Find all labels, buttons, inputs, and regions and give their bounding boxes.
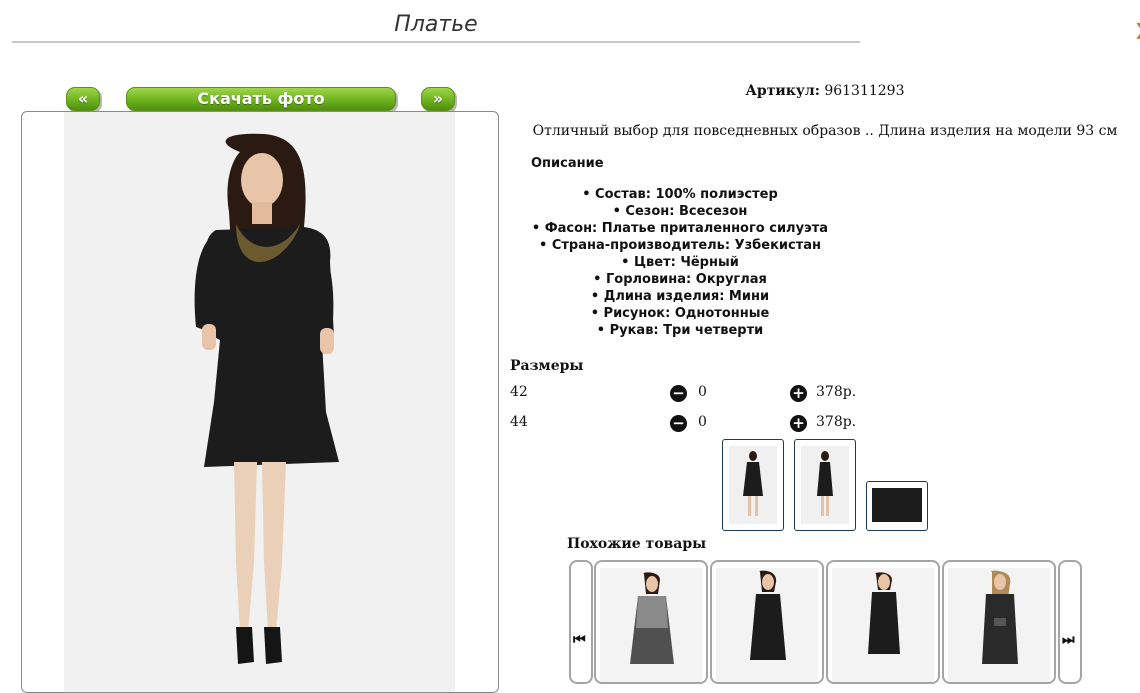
property-item: Фасон: Платье приталенного силуэта bbox=[510, 220, 850, 237]
property-item: Цвет: Чёрный bbox=[510, 254, 850, 271]
similar-product-image bbox=[750, 570, 786, 660]
sizes-heading: Размеры bbox=[510, 358, 584, 374]
properties-list: Состав: 100% полиэстер Сезон: Всесезон Ф… bbox=[510, 186, 850, 339]
prev-photo-button[interactable]: « bbox=[66, 87, 100, 111]
similar-product-card[interactable] bbox=[826, 560, 940, 684]
decrease-quantity-button[interactable]: − bbox=[670, 385, 687, 402]
skip-back-icon: ⏮ bbox=[573, 632, 586, 648]
quantity-value: 0 bbox=[698, 414, 707, 430]
model-left-shoe bbox=[236, 627, 254, 664]
similar-prev-button[interactable]: ⏮ bbox=[569, 560, 593, 684]
model-right-leg bbox=[262, 462, 286, 632]
decrease-quantity-button[interactable]: − bbox=[670, 415, 687, 432]
size-label: 44 bbox=[510, 414, 528, 430]
fabric-swatch bbox=[872, 488, 922, 522]
size-price: 378р. bbox=[816, 414, 857, 430]
increase-quantity-button[interactable]: + bbox=[790, 385, 807, 402]
thumbnail-dress-icon bbox=[743, 451, 763, 516]
size-row: 44 − 0 + 378р. bbox=[510, 414, 870, 434]
quantity-value: 0 bbox=[698, 384, 707, 400]
model-right-shoe bbox=[264, 627, 282, 664]
similar-product-card[interactable] bbox=[942, 560, 1056, 684]
similar-product-image bbox=[982, 570, 1018, 664]
increase-quantity-button[interactable]: + bbox=[790, 415, 807, 432]
model-face bbox=[241, 153, 283, 207]
next-photo-button[interactable]: » bbox=[421, 87, 455, 111]
article-line: Артикул: 961311293 bbox=[700, 83, 950, 99]
property-item: Рукав: Три четверти bbox=[510, 322, 850, 339]
similar-products-heading: Похожие товары bbox=[567, 536, 707, 552]
similar-product-image bbox=[630, 572, 674, 664]
property-item: Горловина: Округлая bbox=[510, 271, 850, 288]
title-divider bbox=[12, 41, 860, 43]
property-item: Страна-производитель: Узбекистан bbox=[510, 237, 850, 254]
skip-forward-icon: ⏭ bbox=[1062, 632, 1075, 648]
short-description: Отличный выбор для повседневных образов … bbox=[532, 123, 1118, 139]
description-heading: Описание bbox=[531, 156, 604, 171]
article-value: 961311293 bbox=[824, 83, 905, 99]
size-row: 42 − 0 + 378р. bbox=[510, 384, 870, 404]
property-item: Длина изделия: Мини bbox=[510, 288, 850, 305]
thumbnail-dress-icon bbox=[817, 451, 833, 516]
main-photo-frame bbox=[21, 111, 499, 693]
model-neck bbox=[252, 202, 272, 224]
photo-thumbnail-fabric[interactable] bbox=[866, 481, 928, 531]
main-product-photo[interactable] bbox=[64, 112, 455, 692]
photo-thumbnail-front[interactable] bbox=[722, 439, 784, 531]
download-photo-button[interactable]: Скачать фото bbox=[126, 87, 396, 111]
similar-product-image bbox=[868, 572, 900, 654]
property-item: Состав: 100% полиэстер bbox=[510, 186, 850, 203]
size-price: 378р. bbox=[816, 384, 857, 400]
similar-next-button[interactable]: ⏭ bbox=[1058, 560, 1082, 684]
photo-thumbnail-side[interactable] bbox=[794, 439, 856, 531]
model-left-hand bbox=[202, 324, 216, 350]
article-label: Артикул: bbox=[745, 83, 820, 99]
model-left-leg bbox=[234, 462, 257, 632]
similar-product-card[interactable] bbox=[594, 560, 708, 684]
model-right-hand bbox=[320, 328, 334, 354]
page-title: Платье bbox=[394, 12, 478, 37]
size-label: 42 bbox=[510, 384, 528, 400]
property-item: Рисунок: Однотонные bbox=[510, 305, 850, 322]
property-item: Сезон: Всесезон bbox=[510, 203, 850, 220]
corner-arrow-icon[interactable]: ❯ bbox=[1134, 20, 1140, 39]
similar-product-card[interactable] bbox=[710, 560, 824, 684]
